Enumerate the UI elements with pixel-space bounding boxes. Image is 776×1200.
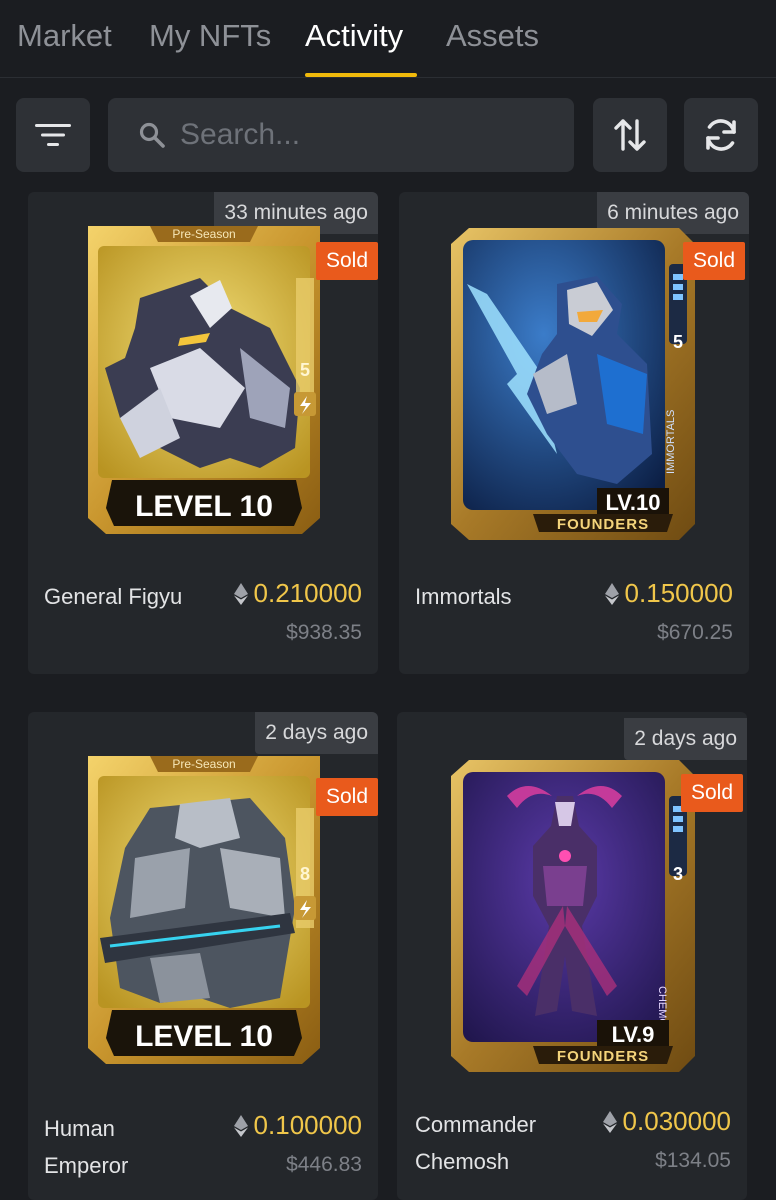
founders-label: FOUNDERS: [557, 516, 649, 533]
ethereum-icon: [233, 582, 248, 605]
nft-card[interactable]: 33 minutes ago Pre-Season 5 LEVEL 10 Sol…: [28, 192, 378, 674]
founders-label: FOUNDERS: [557, 1048, 649, 1065]
nft-card-artwork: Pre-Season 8 LEVEL 10: [88, 756, 320, 1064]
ethereum-icon: [604, 582, 619, 605]
search-bar: [108, 98, 574, 172]
search-icon: [138, 121, 166, 149]
side-number: 5: [300, 360, 310, 380]
side-number: 5: [673, 332, 683, 352]
active-tab-indicator: [305, 73, 417, 77]
tab-activity[interactable]: Activity: [305, 18, 403, 54]
search-input[interactable]: [180, 118, 560, 152]
filter-button[interactable]: [16, 98, 90, 172]
price: 0.030000: [602, 1106, 731, 1137]
level-banner: LEVEL 10: [135, 490, 273, 523]
sort-icon: [614, 119, 646, 151]
level-banner: LV.9: [612, 1022, 655, 1047]
tab-bar: Market My NFTs Activity Assets: [0, 0, 776, 78]
usd-value: $938.35: [286, 621, 362, 644]
side-label: IMMORTALS: [665, 410, 677, 474]
filter-icon: [35, 124, 71, 146]
pre-season-label: Pre-Season: [172, 227, 235, 241]
tab-market[interactable]: Market: [17, 18, 112, 54]
level-banner: LV.10: [605, 490, 660, 515]
sold-badge: Sold: [315, 242, 378, 280]
side-number: 3: [673, 864, 683, 884]
tab-my-nfts[interactable]: My NFTs: [149, 18, 271, 54]
nft-name: Human Emperor: [44, 1116, 129, 1178]
refresh-icon: [706, 119, 736, 151]
nft-card-artwork: 5 IMMORTALS LV.10 FOUNDERS: [451, 228, 695, 540]
price: 0.100000: [233, 1110, 362, 1141]
nft-card[interactable]: 2 days ago 3 CHEMOSH LV.9 FOUNDERS Sold …: [397, 712, 747, 1200]
usd-value: $446.83: [286, 1153, 362, 1176]
sold-badge: Sold: [315, 778, 378, 816]
ethereum-icon: [602, 1110, 617, 1133]
nft-card-artwork: 3 CHEMOSH LV.9 FOUNDERS: [451, 760, 695, 1072]
nft-name: Commander Chemosh: [415, 1112, 537, 1174]
sort-button[interactable]: [593, 98, 667, 172]
usd-value: $134.05: [655, 1149, 731, 1172]
sold-badge: Sold: [680, 774, 743, 812]
level-banner: LEVEL 10: [135, 1020, 273, 1053]
price: 0.150000: [604, 578, 733, 609]
pre-season-label: Pre-Season: [172, 757, 235, 771]
side-number: 8: [300, 864, 310, 884]
ethereum-icon: [233, 1114, 248, 1137]
tab-assets[interactable]: Assets: [446, 18, 539, 54]
nft-card[interactable]: 2 days ago Pre-Season 8 LEVEL 10 Sold Hu…: [28, 712, 378, 1200]
nft-card[interactable]: 6 minutes ago 5 IMMORTALS LV.10 FOUNDERS…: [399, 192, 749, 674]
nft-card-artwork: Pre-Season 5 LEVEL 10: [88, 226, 320, 534]
sold-badge: Sold: [682, 242, 745, 280]
time-badge: 2 days ago: [624, 718, 747, 760]
price: 0.210000: [233, 578, 362, 609]
nft-name: Immortals: [415, 584, 512, 609]
refresh-button[interactable]: [684, 98, 758, 172]
nft-name: General Figyu: [44, 584, 183, 609]
usd-value: $670.25: [657, 621, 733, 644]
